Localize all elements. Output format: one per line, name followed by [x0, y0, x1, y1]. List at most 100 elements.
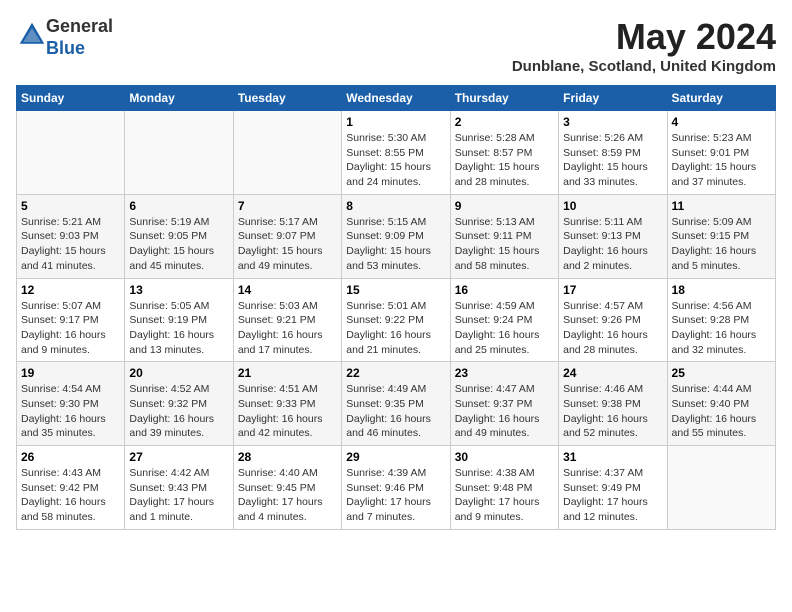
- weekday-header-cell: Friday: [559, 86, 667, 111]
- calendar-cell: 25 Sunrise: 4:44 AMSunset: 9:40 PMDayligh…: [667, 362, 775, 446]
- logo-text: General Blue: [46, 16, 113, 59]
- calendar-cell: 12 Sunrise: 5:07 AMSunset: 9:17 PMDayligh…: [17, 278, 125, 362]
- day-number: 17: [563, 283, 662, 297]
- day-number: 15: [346, 283, 445, 297]
- day-number: 20: [129, 366, 228, 380]
- day-info: Sunrise: 4:59 AMSunset: 9:24 PMDaylight:…: [455, 299, 554, 358]
- day-info: Sunrise: 4:38 AMSunset: 9:48 PMDaylight:…: [455, 466, 554, 525]
- calendar-cell: [125, 111, 233, 195]
- day-number: 16: [455, 283, 554, 297]
- calendar-week-row: 12 Sunrise: 5:07 AMSunset: 9:17 PMDayligh…: [17, 278, 776, 362]
- logo-general: General: [46, 16, 113, 36]
- calendar-cell: 29 Sunrise: 4:39 AMSunset: 9:46 PMDayligh…: [342, 446, 450, 530]
- day-number: 3: [563, 115, 662, 129]
- day-info: Sunrise: 4:46 AMSunset: 9:38 PMDaylight:…: [563, 382, 662, 441]
- day-info: Sunrise: 5:21 AMSunset: 9:03 PMDaylight:…: [21, 215, 120, 274]
- calendar-cell: 22Sunrise: 4:49 AMSunset: 9:35 PMDayligh…: [342, 362, 450, 446]
- calendar-cell: 10Sunrise: 5:11 AMSunset: 9:13 PMDayligh…: [559, 194, 667, 278]
- calendar-cell: 16 Sunrise: 4:59 AMSunset: 9:24 PMDayligh…: [450, 278, 558, 362]
- day-info: Sunrise: 4:54 AMSunset: 9:30 PMDaylight:…: [21, 382, 120, 441]
- calendar-cell: 24Sunrise: 4:46 AMSunset: 9:38 PMDayligh…: [559, 362, 667, 446]
- calendar-cell: 11 Sunrise: 5:09 AMSunset: 9:15 PMDayligh…: [667, 194, 775, 278]
- calendar-cell: [667, 446, 775, 530]
- calendar-week-row: 26 Sunrise: 4:43 AMSunset: 9:42 PMDayligh…: [17, 446, 776, 530]
- day-number: 1: [346, 115, 445, 129]
- calendar-week-row: 19Sunrise: 4:54 AMSunset: 9:30 PMDayligh…: [17, 362, 776, 446]
- day-info: Sunrise: 5:01 AMSunset: 9:22 PMDaylight:…: [346, 299, 445, 358]
- day-number: 6: [129, 199, 228, 213]
- calendar-cell: 30 Sunrise: 4:38 AMSunset: 9:48 PMDayligh…: [450, 446, 558, 530]
- calendar-cell: 9Sunrise: 5:13 AMSunset: 9:11 PMDaylight…: [450, 194, 558, 278]
- day-number: 7: [238, 199, 337, 213]
- calendar-cell: 18Sunrise: 4:56 AMSunset: 9:28 PMDayligh…: [667, 278, 775, 362]
- day-info: Sunrise: 4:51 AMSunset: 9:33 PMDaylight:…: [238, 382, 337, 441]
- day-info: Sunrise: 4:44 AMSunset: 9:40 PMDaylight:…: [672, 382, 771, 441]
- calendar-cell: 6 Sunrise: 5:19 AMSunset: 9:05 PMDaylight…: [125, 194, 233, 278]
- weekday-header-row: SundayMondayTuesdayWednesdayThursdayFrid…: [17, 86, 776, 111]
- day-number: 26: [21, 450, 120, 464]
- day-number: 13: [129, 283, 228, 297]
- weekday-header-cell: Sunday: [17, 86, 125, 111]
- day-info: Sunrise: 5:03 AMSunset: 9:21 PMDaylight:…: [238, 299, 337, 358]
- calendar-cell: 21 Sunrise: 4:51 AMSunset: 9:33 PMDayligh…: [233, 362, 341, 446]
- calendar-week-row: 5 Sunrise: 5:21 AMSunset: 9:03 PMDaylight…: [17, 194, 776, 278]
- calendar-cell: 8 Sunrise: 5:15 AMSunset: 9:09 PMDaylight…: [342, 194, 450, 278]
- calendar-cell: 13Sunrise: 5:05 AMSunset: 9:19 PMDayligh…: [125, 278, 233, 362]
- calendar-cell: 28 Sunrise: 4:40 AMSunset: 9:45 PMDayligh…: [233, 446, 341, 530]
- title-block: May 2024 Dunblane, Scotland, United King…: [512, 16, 776, 75]
- calendar-body: 1Sunrise: 5:30 AMSunset: 8:55 PMDaylight…: [17, 111, 776, 530]
- calendar-cell: 14Sunrise: 5:03 AMSunset: 9:21 PMDayligh…: [233, 278, 341, 362]
- day-number: 4: [672, 115, 771, 129]
- calendar-cell: 23Sunrise: 4:47 AMSunset: 9:37 PMDayligh…: [450, 362, 558, 446]
- calendar-cell: 4 Sunrise: 5:23 AMSunset: 9:01 PMDaylight…: [667, 111, 775, 195]
- day-info: Sunrise: 4:56 AMSunset: 9:28 PMDaylight:…: [672, 299, 771, 358]
- weekday-header-cell: Tuesday: [233, 86, 341, 111]
- day-number: 25: [672, 366, 771, 380]
- day-number: 5: [21, 199, 120, 213]
- day-info: Sunrise: 5:13 AMSunset: 9:11 PMDaylight:…: [455, 215, 554, 274]
- calendar-cell: 2 Sunrise: 5:28 AMSunset: 8:57 PMDaylight…: [450, 111, 558, 195]
- day-number: 30: [455, 450, 554, 464]
- day-number: 31: [563, 450, 662, 464]
- day-number: 21: [238, 366, 337, 380]
- calendar-cell: 31Sunrise: 4:37 AMSunset: 9:49 PMDayligh…: [559, 446, 667, 530]
- day-info: Sunrise: 5:23 AMSunset: 9:01 PMDaylight:…: [672, 131, 771, 190]
- month-title: May 2024: [512, 16, 776, 58]
- calendar-cell: 19Sunrise: 4:54 AMSunset: 9:30 PMDayligh…: [17, 362, 125, 446]
- day-number: 23: [455, 366, 554, 380]
- weekday-header-cell: Monday: [125, 86, 233, 111]
- day-info: Sunrise: 5:07 AMSunset: 9:17 PMDaylight:…: [21, 299, 120, 358]
- page-header: General Blue May 2024 Dunblane, Scotland…: [16, 16, 776, 75]
- calendar-cell: 1Sunrise: 5:30 AMSunset: 8:55 PMDaylight…: [342, 111, 450, 195]
- day-number: 2: [455, 115, 554, 129]
- weekday-header-cell: Saturday: [667, 86, 775, 111]
- day-info: Sunrise: 5:11 AMSunset: 9:13 PMDaylight:…: [563, 215, 662, 274]
- day-info: Sunrise: 5:19 AMSunset: 9:05 PMDaylight:…: [129, 215, 228, 274]
- logo: General Blue: [16, 16, 113, 59]
- day-info: Sunrise: 4:43 AMSunset: 9:42 PMDaylight:…: [21, 466, 120, 525]
- day-info: Sunrise: 4:40 AMSunset: 9:45 PMDaylight:…: [238, 466, 337, 525]
- day-info: Sunrise: 4:39 AMSunset: 9:46 PMDaylight:…: [346, 466, 445, 525]
- calendar-cell: 17Sunrise: 4:57 AMSunset: 9:26 PMDayligh…: [559, 278, 667, 362]
- weekday-header-cell: Thursday: [450, 86, 558, 111]
- day-info: Sunrise: 5:15 AMSunset: 9:09 PMDaylight:…: [346, 215, 445, 274]
- day-number: 29: [346, 450, 445, 464]
- calendar-week-row: 1Sunrise: 5:30 AMSunset: 8:55 PMDaylight…: [17, 111, 776, 195]
- calendar-table: SundayMondayTuesdayWednesdayThursdayFrid…: [16, 85, 776, 530]
- day-number: 28: [238, 450, 337, 464]
- logo-icon: [18, 21, 46, 49]
- calendar-cell: 5 Sunrise: 5:21 AMSunset: 9:03 PMDaylight…: [17, 194, 125, 278]
- day-info: Sunrise: 4:49 AMSunset: 9:35 PMDaylight:…: [346, 382, 445, 441]
- day-info: Sunrise: 5:17 AMSunset: 9:07 PMDaylight:…: [238, 215, 337, 274]
- day-info: Sunrise: 5:26 AMSunset: 8:59 PMDaylight:…: [563, 131, 662, 190]
- day-number: 12: [21, 283, 120, 297]
- day-number: 27: [129, 450, 228, 464]
- day-number: 11: [672, 199, 771, 213]
- day-number: 8: [346, 199, 445, 213]
- day-info: Sunrise: 5:09 AMSunset: 9:15 PMDaylight:…: [672, 215, 771, 274]
- calendar-cell: 26 Sunrise: 4:43 AMSunset: 9:42 PMDayligh…: [17, 446, 125, 530]
- calendar-cell: 15 Sunrise: 5:01 AMSunset: 9:22 PMDayligh…: [342, 278, 450, 362]
- logo-blue: Blue: [46, 38, 85, 58]
- day-info: Sunrise: 5:28 AMSunset: 8:57 PMDaylight:…: [455, 131, 554, 190]
- calendar-cell: 3 Sunrise: 5:26 AMSunset: 8:59 PMDaylight…: [559, 111, 667, 195]
